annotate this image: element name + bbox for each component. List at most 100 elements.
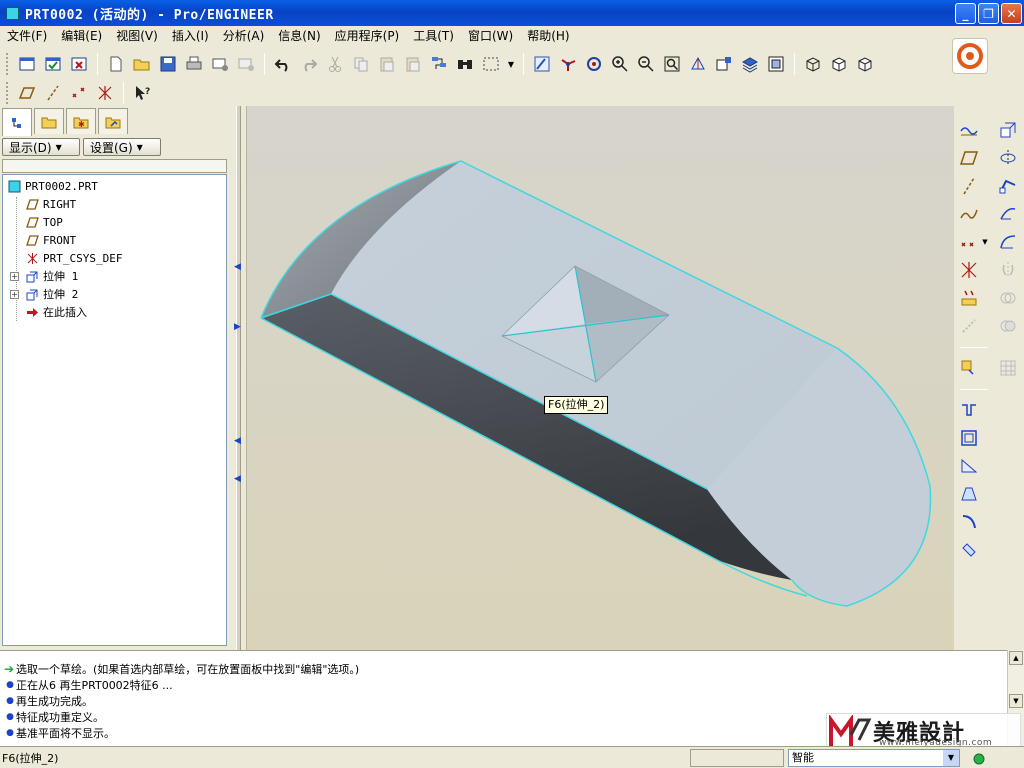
collapse-arrow-icon[interactable]: ◀ <box>234 474 241 484</box>
tab-connections[interactable] <box>98 108 128 134</box>
table-button[interactable] <box>996 356 1020 380</box>
undo-button[interactable] <box>271 52 295 76</box>
menu-applications[interactable]: 应用程序(P) <box>328 26 407 46</box>
datum-points-toggle[interactable] <box>67 81 91 105</box>
analysis-feature-button[interactable] <box>957 286 981 310</box>
orient-mode-button[interactable] <box>582 52 606 76</box>
tree-item-front-plane[interactable]: FRONT <box>25 231 76 249</box>
tree-item-top-plane[interactable]: TOP <box>25 213 63 231</box>
datum-point-tool-button[interactable] <box>957 230 981 254</box>
send-link-button[interactable] <box>234 52 258 76</box>
toolbar-grip[interactable] <box>6 53 10 75</box>
tree-item-part[interactable]: PRT0002.PRT <box>7 177 98 195</box>
merge-button[interactable] <box>996 286 1020 310</box>
selection-dropdown[interactable]: ▼ <box>505 52 517 76</box>
saved-views-button[interactable] <box>712 52 736 76</box>
tab-favorites[interactable]: ✱ <box>66 108 96 134</box>
restore-button[interactable]: ❐ <box>978 3 999 24</box>
style-tool-button[interactable] <box>996 230 1020 254</box>
find-button[interactable] <box>453 52 477 76</box>
tree-item-insert-here[interactable]: 在此插入 <box>25 303 87 321</box>
round-button[interactable] <box>957 510 981 534</box>
tab-folder-browser[interactable] <box>34 108 64 134</box>
zoom-in-button[interactable] <box>608 52 632 76</box>
copy-button[interactable] <box>349 52 373 76</box>
datum-axes-toggle[interactable] <box>41 81 65 105</box>
context-help-button[interactable]: ? <box>130 81 154 105</box>
no-hidden-button[interactable] <box>853 52 877 76</box>
cut-button[interactable] <box>323 52 347 76</box>
selection-filter[interactable]: 智能 ▼ <box>788 749 960 767</box>
shell-button[interactable] <box>957 426 981 450</box>
activate-window-button[interactable] <box>41 52 65 76</box>
regenerate-button[interactable] <box>427 52 451 76</box>
menu-help[interactable]: 帮助(H) <box>520 26 576 46</box>
hidden-line-button[interactable] <box>827 52 851 76</box>
csys-tool-button[interactable] <box>957 258 981 282</box>
save-button[interactable] <box>156 52 180 76</box>
sweep-button[interactable] <box>996 174 1020 198</box>
tree-expander-extrude-2[interactable]: + <box>10 290 19 299</box>
wireframe-button[interactable] <box>801 52 825 76</box>
select-box-button[interactable] <box>479 52 503 76</box>
menu-view[interactable]: 视图(V) <box>109 26 165 46</box>
scroll-down-arrow-icon[interactable]: ▼ <box>1009 694 1023 708</box>
graphics-window[interactable]: F6(拉伸_2) <box>246 106 954 650</box>
csys-toggle[interactable] <box>93 81 117 105</box>
tree-item-csys[interactable]: PRT_CSYS_DEF <box>25 249 122 267</box>
paste-button[interactable] <box>375 52 399 76</box>
reorient-button[interactable] <box>686 52 710 76</box>
splitter-bar[interactable] <box>236 106 241 650</box>
print-button[interactable] <box>182 52 206 76</box>
expand-arrow-icon[interactable]: ▶ <box>234 322 241 332</box>
tree-item-extrude-2[interactable]: 拉伸 2 <box>25 285 78 303</box>
display-dropdown-button[interactable]: 显示(D) ▼ <box>2 138 80 156</box>
tree-expander-extrude-1[interactable]: + <box>10 272 19 281</box>
rib-button[interactable] <box>957 454 981 478</box>
close-button[interactable]: ✕ <box>1001 3 1022 24</box>
scroll-up-arrow-icon[interactable]: ▲ <box>1009 651 1023 665</box>
pattern-button[interactable] <box>957 356 981 380</box>
settings-dropdown-button[interactable]: 设置(G) ▼ <box>83 138 161 156</box>
menu-info[interactable]: 信息(N) <box>271 26 327 46</box>
menu-tools[interactable]: 工具(T) <box>406 26 461 46</box>
datum-axis-tool-button[interactable] <box>957 174 981 198</box>
spin-center-button[interactable] <box>556 52 580 76</box>
new-file-button[interactable] <box>104 52 128 76</box>
boundary-blend-button[interactable] <box>996 202 1020 226</box>
mirror-button[interactable] <box>996 258 1020 282</box>
paste-special-button[interactable] <box>401 52 425 76</box>
revolve-button[interactable] <box>996 146 1020 170</box>
sketched-curve-button[interactable] <box>957 118 981 142</box>
datum-planes-toggle[interactable] <box>15 81 39 105</box>
datum-plane-tool-button[interactable] <box>957 146 981 170</box>
new-window-button[interactable] <box>15 52 39 76</box>
menu-edit[interactable]: 编辑(E) <box>54 26 109 46</box>
toolbar-grip[interactable] <box>6 82 10 104</box>
send-email-button[interactable] <box>208 52 232 76</box>
menu-file[interactable]: 文件(F) <box>0 26 54 46</box>
tab-model-tree[interactable] <box>2 108 32 136</box>
chamfer-button[interactable] <box>957 538 981 562</box>
menu-insert[interactable]: 插入(I) <box>165 26 216 46</box>
repaint-button[interactable] <box>530 52 554 76</box>
trim-button[interactable] <box>957 314 981 338</box>
redo-button[interactable] <box>297 52 321 76</box>
draft-button[interactable] <box>957 482 981 506</box>
zoom-out-button[interactable] <box>634 52 658 76</box>
tree-item-extrude-1[interactable]: 拉伸 1 <box>25 267 78 285</box>
datum-curve-tool-button[interactable] <box>957 202 981 226</box>
view-manager-button[interactable] <box>764 52 788 76</box>
tree-item-right-plane[interactable]: RIGHT <box>25 195 76 213</box>
menu-window[interactable]: 窗口(W) <box>461 26 520 46</box>
extrude-button[interactable] <box>996 118 1020 142</box>
chevron-down-icon[interactable]: ▼ <box>943 750 959 766</box>
minimize-button[interactable]: _ <box>955 3 976 24</box>
collapse-arrow-icon[interactable]: ◀ <box>234 262 241 272</box>
panel-splitter[interactable]: ◀ ▶ ◀ ◀ <box>232 106 246 650</box>
menu-analysis[interactable]: 分析(A) <box>216 26 272 46</box>
refit-button[interactable] <box>660 52 684 76</box>
hole-button[interactable] <box>957 398 981 422</box>
layers-button[interactable] <box>738 52 762 76</box>
open-file-button[interactable] <box>130 52 154 76</box>
